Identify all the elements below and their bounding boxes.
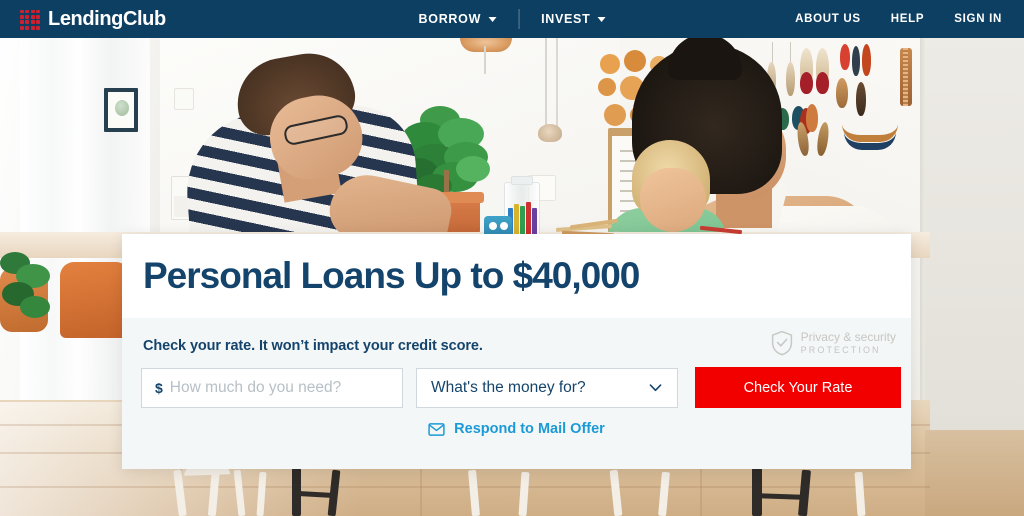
loan-amount-placeholder: How much do you need? xyxy=(169,378,342,396)
rate-check-form: $ How much do you need? What's the money… xyxy=(141,367,901,408)
logo[interactable]: LendingClub xyxy=(20,8,166,31)
floor-plant xyxy=(0,252,58,336)
blue-owl-cup-eye xyxy=(489,222,497,230)
feather-decor xyxy=(862,44,871,76)
chevron-down-icon xyxy=(649,384,662,392)
wooden-comb-teeth xyxy=(903,48,908,106)
blue-owl-cup-eye xyxy=(500,222,508,230)
feather-decor xyxy=(786,62,795,96)
nav-item-sign-in[interactable]: SIGN IN xyxy=(954,13,1002,25)
hero-card-headline-area: Personal Loans Up to $40,000 xyxy=(122,234,911,318)
nav-item-help[interactable]: HELP xyxy=(891,13,924,25)
primary-nav: BORROW INVEST xyxy=(397,0,628,38)
feather-decor xyxy=(836,78,848,108)
wall-panel-far xyxy=(925,0,1024,430)
check-your-rate-label: Check Your Rate xyxy=(743,379,853,396)
stool-leg xyxy=(752,468,762,516)
feather-decor xyxy=(806,104,818,132)
feather-decor xyxy=(856,82,866,116)
secondary-nav: ABOUT US HELP SIGN IN xyxy=(795,0,1002,38)
glass-jar-neck xyxy=(511,176,533,185)
loan-purpose-select[interactable]: What's the money for? xyxy=(416,367,678,408)
floor-plank-line xyxy=(0,486,930,488)
nav-item-borrow[interactable]: BORROW xyxy=(397,12,519,26)
privacy-badge-line1: Privacy & security xyxy=(800,330,896,345)
pendant-cord-right xyxy=(556,38,558,128)
feather-decor xyxy=(840,44,850,70)
page-title: Personal Loans Up to $40,000 xyxy=(143,255,640,296)
loan-amount-input[interactable]: $ How much do you need? xyxy=(141,367,403,408)
logo-text: LendingClub xyxy=(48,8,166,30)
lendingclub-grid-icon xyxy=(20,9,40,30)
loan-purpose-value: What's the money for? xyxy=(431,378,586,396)
nav-item-borrow-label: BORROW xyxy=(418,12,482,26)
hero-card-form-area: Check your rate. It won’t impact your cr… xyxy=(122,318,911,469)
dollar-sign-icon: $ xyxy=(155,379,163,396)
feather-decor xyxy=(852,46,860,76)
shield-check-icon xyxy=(771,330,792,356)
feather-decor xyxy=(800,72,813,94)
respond-to-mail-offer-label: Respond to Mail Offer xyxy=(454,421,605,437)
nav-item-invest[interactable]: INVEST xyxy=(519,12,627,26)
caret-down-icon xyxy=(488,16,497,22)
wood-floor-far xyxy=(925,430,1024,516)
nav-item-about-us[interactable]: ABOUT US xyxy=(795,13,861,25)
pendant-cord-left xyxy=(545,38,547,128)
marker xyxy=(526,202,531,238)
privacy-badge-text: Privacy & security PROTECTION xyxy=(801,330,896,355)
caret-down-icon xyxy=(597,16,606,22)
ceiling-lamp xyxy=(460,38,512,52)
marker xyxy=(514,204,519,238)
site-header: LendingClub BORROW INVEST ABOUT US HELP … xyxy=(0,0,1024,38)
nav-item-invest-label: INVEST xyxy=(541,12,591,26)
pendant-ornament xyxy=(538,124,562,142)
envelope-icon xyxy=(428,422,445,436)
feather-decor xyxy=(816,72,829,94)
framed-picture-art xyxy=(115,100,129,116)
check-your-rate-button[interactable]: Check Your Rate xyxy=(695,367,901,408)
privacy-badge-line2: PROTECTION xyxy=(800,344,881,355)
child-face xyxy=(640,168,706,232)
hero-subhead: Check your rate. It won’t impact your cr… xyxy=(143,338,483,354)
orange-chair xyxy=(60,262,130,338)
ceiling-lamp-cord xyxy=(484,46,486,74)
privacy-security-badge: Privacy & security PROTECTION xyxy=(770,330,896,356)
wall-outlet-upper xyxy=(174,88,194,110)
hero-card: Personal Loans Up to $40,000 Check your … xyxy=(122,234,911,469)
respond-to-mail-offer-link[interactable]: Respond to Mail Offer xyxy=(122,421,911,437)
